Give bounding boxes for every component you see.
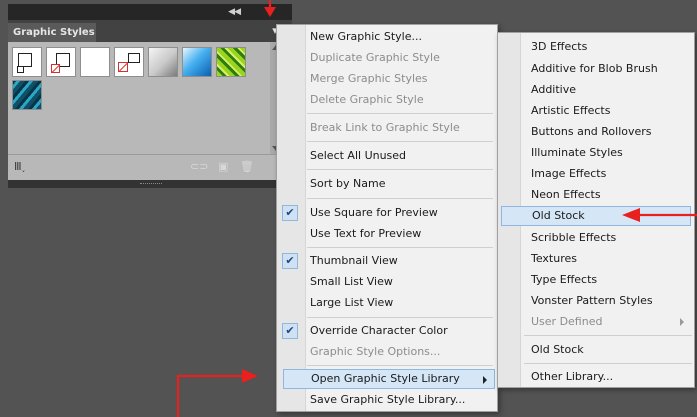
checkmark-icon: ✔: [282, 323, 298, 339]
style-swatch-outline[interactable]: [114, 47, 144, 77]
library-item-neon-effects[interactable]: Neon Effects: [501, 185, 691, 205]
menu-separator: [307, 365, 493, 366]
library-item-additive-for-blob-brush[interactable]: Additive for Blob Brush: [501, 59, 691, 79]
menu-separator: [307, 317, 493, 318]
library-item-illuminate-styles[interactable]: Illuminate Styles: [501, 143, 691, 163]
submenu-arrow-icon: [483, 376, 487, 384]
tab-graphic-styles[interactable]: Graphic Styles: [8, 23, 96, 42]
style-swatch-teal-pattern[interactable]: [12, 80, 42, 110]
menu-item-small-list-view[interactable]: Small List View: [283, 272, 495, 292]
library-item-textures[interactable]: Textures: [501, 249, 691, 269]
checkmark-icon: ✔: [282, 253, 298, 269]
library-item-other-library[interactable]: Other Library...: [501, 367, 691, 387]
library-item-user-defined[interactable]: User Defined: [501, 312, 691, 332]
library-item-artistic-effects[interactable]: Artistic Effects: [501, 101, 691, 121]
menu-item-open-graphic-style-library[interactable]: Open Graphic Style Library: [283, 369, 495, 389]
menu-item-sort-by-name[interactable]: Sort by Name: [283, 174, 495, 194]
menu-item-new-graphic-style[interactable]: New Graphic Style...: [283, 27, 495, 47]
library-item-scribble-effects[interactable]: Scribble Effects: [501, 228, 691, 248]
panel-footer: Ⅲ˯ ⊂⊃ ▣ 🗑: [8, 154, 292, 181]
style-swatch-default[interactable]: [12, 47, 42, 77]
menu-separator: [307, 198, 493, 199]
style-swatch-gray-gradient[interactable]: [148, 47, 178, 77]
panel-title-bar: ◀◀: [8, 4, 292, 20]
menu-item-large-list-view[interactable]: Large List View: [283, 293, 495, 313]
swatch-grid: [8, 42, 292, 150]
menu-item-thumbnail-view[interactable]: ✔ Thumbnail View: [282, 251, 495, 271]
menu-separator: [307, 247, 493, 248]
menu-item-save-graphic-style-library[interactable]: Save Graphic Style Library...: [283, 390, 495, 410]
library-item-old-stock-user[interactable]: Old Stock: [501, 340, 691, 360]
style-swatch-blue-gradient[interactable]: [182, 47, 212, 77]
menu-item-duplicate-graphic-style[interactable]: Duplicate Graphic Style: [283, 48, 495, 68]
library-item-additive[interactable]: Additive: [501, 80, 691, 100]
annotation-arrow-open-library: [176, 369, 258, 417]
menu-item-graphic-style-options[interactable]: Graphic Style Options...: [283, 342, 495, 362]
menu-separator: [307, 113, 493, 114]
library-item-vonster-pattern-styles[interactable]: Vonster Pattern Styles: [501, 291, 691, 311]
graphic-styles-flyout-menu: New Graphic Style... Duplicate Graphic S…: [276, 24, 498, 412]
menu-item-select-all-unused[interactable]: Select All Unused: [283, 146, 495, 166]
library-item-old-stock[interactable]: Old Stock: [501, 206, 691, 226]
library-item-buttons-and-rollovers[interactable]: Buttons and Rollovers: [501, 122, 691, 142]
checkmark-icon: ✔: [282, 205, 298, 221]
menu-separator: [307, 169, 493, 170]
new-style-icon[interactable]: ▣: [218, 160, 228, 173]
menu-item-merge-graphic-styles[interactable]: Merge Graphic Styles: [283, 69, 495, 89]
library-item-image-effects[interactable]: Image Effects: [501, 164, 691, 184]
submenu-separator: [524, 335, 692, 336]
panel-resize-grip[interactable]: [8, 180, 292, 188]
menu-item-override-character-color[interactable]: ✔ Override Character Color: [282, 321, 495, 341]
library-item-type-effects[interactable]: Type Effects: [501, 270, 691, 290]
style-swatch-green-pattern[interactable]: [216, 47, 246, 77]
menu-item-use-text-for-preview[interactable]: Use Text for Preview: [283, 224, 495, 244]
menu-item-delete-graphic-style[interactable]: Delete Graphic Style: [283, 90, 495, 110]
menu-item-use-square-for-preview[interactable]: ✔ Use Square for Preview: [282, 203, 495, 223]
menu-separator: [307, 141, 493, 142]
break-link-icon[interactable]: ⊂⊃: [190, 160, 208, 173]
style-swatch-none[interactable]: [46, 47, 76, 77]
panel-tab-bar: Graphic Styles ▾☰: [8, 20, 292, 42]
menu-item-break-link[interactable]: Break Link to Graphic Style: [283, 118, 495, 138]
graphic-styles-panel: ◀◀ Graphic Styles ▾☰: [8, 4, 292, 188]
submenu-arrow-icon: [680, 318, 684, 326]
library-item-3d-effects[interactable]: 3D Effects: [501, 37, 691, 57]
double-chevron-left-icon[interactable]: ◀◀: [228, 5, 241, 19]
libraries-menu-icon[interactable]: Ⅲ˯: [14, 160, 25, 173]
style-swatch-white[interactable]: [80, 47, 110, 77]
graphic-style-library-submenu: 3D Effects Additive for Blob Brush Addit…: [497, 32, 695, 388]
delete-icon[interactable]: 🗑: [240, 160, 254, 173]
submenu-separator: [524, 363, 692, 364]
